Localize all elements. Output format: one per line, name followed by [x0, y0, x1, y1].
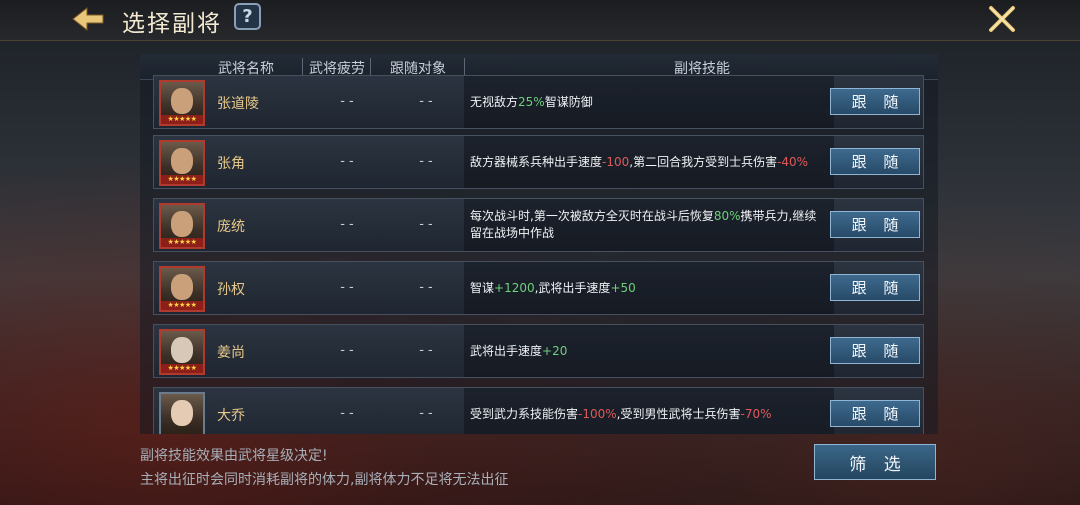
star-rating: ★★★★★ [161, 175, 203, 184]
fatigue-value: - - [340, 280, 354, 295]
follow-button[interactable]: 跟 随 [830, 211, 920, 238]
footnote-stamina: 主将出征时会同时消耗副将的体力,副将体力不足将无法出征 [140, 472, 509, 488]
skill-text-segment: 无视敌方 [470, 94, 519, 109]
skill-value: 25% [518, 94, 545, 109]
skill-value: +50 [610, 280, 636, 295]
skill-text: 武将出手速度+20 [470, 325, 826, 377]
skill-value: -40% [777, 154, 809, 169]
general-portrait: ★★★★★ [159, 266, 205, 312]
skill-value: -100 [602, 154, 630, 169]
back-arrow-icon [72, 6, 104, 32]
skill-text-segment: 智谋防御 [544, 94, 593, 109]
header-divider [302, 58, 303, 76]
table-row[interactable]: ★★★★★ 庞统 - - - - 每次战斗时,第一次被敌方全灭时在战斗后恢复80… [153, 198, 924, 252]
general-name: 大乔 [217, 408, 245, 424]
skill-text-inner: 武将出手速度+20 [470, 343, 567, 360]
fatigue-value: - - [340, 217, 354, 232]
follow-button[interactable]: 跟 随 [830, 337, 920, 364]
follow-target-value: - - [419, 406, 433, 421]
table-row[interactable]: ★★★★★ 张道陵 - - - - 无视敌方25%智谋防御 跟 随 [153, 75, 924, 129]
skill-cell: 敌方器械系兵种出手速度-100,第二回合我方受到士兵伤害-40% [464, 136, 834, 188]
general-portrait: ★★★★★ [159, 329, 205, 375]
skill-text-segment: ,武将出手速度 [534, 280, 611, 295]
follow-target-value: - - [419, 154, 433, 169]
skill-text: 智谋+1200,武将出手速度+50 [470, 262, 826, 314]
skill-text-segment: ,受到男性武将士兵伤害 [616, 406, 741, 421]
close-x-icon [989, 6, 1015, 32]
close-button[interactable] [984, 2, 1020, 36]
filter-button[interactable]: 筛 选 [814, 444, 936, 480]
skill-text: 受到武力系技能伤害-100%,受到男性武将士兵伤害-70% [470, 388, 826, 434]
skill-text-segment: 武将出手速度 [470, 343, 543, 358]
skill-cell: 智谋+1200,武将出手速度+50 [464, 262, 834, 314]
general-name: 孙权 [217, 282, 245, 298]
skill-text-segment: ,第二回合我方受到士兵伤害 [629, 154, 778, 169]
skill-value: -100% [578, 406, 617, 421]
general-name: 姜尚 [217, 345, 245, 361]
fatigue-value: - - [340, 406, 354, 421]
table-row[interactable]: ★★★★★ 张角 - - - - 敌方器械系兵种出手速度-100,第二回合我方受… [153, 135, 924, 189]
skill-cell: 武将出手速度+20 [464, 325, 834, 377]
fatigue-value: - - [340, 154, 354, 169]
follow-target-value: - - [419, 94, 433, 109]
skill-text-inner: 受到武力系技能伤害-100%,受到男性武将士兵伤害-70% [470, 406, 772, 423]
follow-button[interactable]: 跟 随 [830, 148, 920, 175]
skill-cell: 受到武力系技能伤害-100%,受到男性武将士兵伤害-70% [464, 388, 834, 434]
general-name: 张道陵 [217, 96, 259, 112]
skill-text-inner: 敌方器械系兵种出手速度-100,第二回合我方受到士兵伤害-40% [470, 154, 808, 171]
skill-text-segment: 每次战斗时,第一次被敌方全灭时在战斗后恢复 [470, 209, 714, 223]
header-divider [464, 58, 465, 76]
table-row[interactable]: ★★★★★ 孙权 - - - - 智谋+1200,武将出手速度+50 跟 随 [153, 261, 924, 315]
skill-cell: 每次战斗时,第一次被敌方全灭时在战斗后恢复80%携带兵力,继续留在战场中作战 [464, 199, 834, 251]
fatigue-value: - - [340, 343, 354, 358]
general-portrait: ★★★★★ [159, 80, 205, 126]
general-portrait: ★★★★★ [159, 203, 205, 249]
star-rating: ★★★★★ [161, 238, 203, 247]
star-rating: ★★★★★ [161, 364, 203, 373]
follow-target-value: - - [419, 217, 433, 232]
general-portrait [159, 392, 205, 434]
help-button[interactable]: ? [234, 3, 261, 30]
skill-text: 无视敌方25%智谋防御 [470, 76, 826, 128]
star-rating: ★★★★★ [161, 115, 203, 124]
general-name: 庞统 [217, 219, 245, 235]
skill-value: +20 [542, 343, 568, 358]
follow-button[interactable]: 跟 随 [830, 274, 920, 301]
skill-text-inner: 智谋+1200,武将出手速度+50 [470, 280, 636, 297]
fatigue-value: - - [340, 94, 354, 109]
skill-cell: 无视敌方25%智谋防御 [464, 76, 834, 128]
skill-text: 每次战斗时,第一次被敌方全灭时在战斗后恢复80%携带兵力,继续留在战场中作战 [470, 199, 826, 251]
header-divider [370, 58, 371, 76]
skill-text-inner: 每次战斗时,第一次被敌方全灭时在战斗后恢复80%携带兵力,继续留在战场中作战 [470, 208, 826, 242]
follow-target-value: - - [419, 343, 433, 358]
follow-button[interactable]: 跟 随 [830, 88, 920, 115]
star-rating: ★★★★★ [161, 301, 203, 310]
skill-text: 敌方器械系兵种出手速度-100,第二回合我方受到士兵伤害-40% [470, 136, 826, 188]
follow-button[interactable]: 跟 随 [830, 400, 920, 427]
table-row[interactable]: ★★★★★ 姜尚 - - - - 武将出手速度+20 跟 随 [153, 324, 924, 378]
footnote-star-level: 副将技能效果由武将星级决定! [140, 448, 328, 464]
skill-text-segment: 智谋 [470, 280, 495, 295]
skill-text-segment: 受到武力系技能伤害 [470, 406, 579, 421]
back-button[interactable] [70, 4, 106, 34]
page-title: 选择副将 [122, 11, 222, 37]
top-bar: 选择副将 ? [0, 0, 1080, 41]
skill-value: 80% [713, 209, 741, 223]
skill-text-segment: 敌方器械系兵种出手速度 [470, 154, 603, 169]
skill-value: -70% [740, 406, 772, 421]
follow-target-value: - - [419, 280, 433, 295]
skill-text-inner: 无视敌方25%智谋防御 [470, 94, 593, 111]
general-portrait: ★★★★★ [159, 140, 205, 186]
skill-value: +1200 [494, 280, 535, 295]
table-row[interactable]: 大乔 - - - - 受到武力系技能伤害-100%,受到男性武将士兵伤害-70%… [153, 387, 924, 434]
general-list-panel: 武将名称 武将疲劳 跟随对象 副将技能 ★★★★★ 张道陵 - - - - 无视… [140, 54, 938, 434]
general-name: 张角 [217, 156, 245, 172]
